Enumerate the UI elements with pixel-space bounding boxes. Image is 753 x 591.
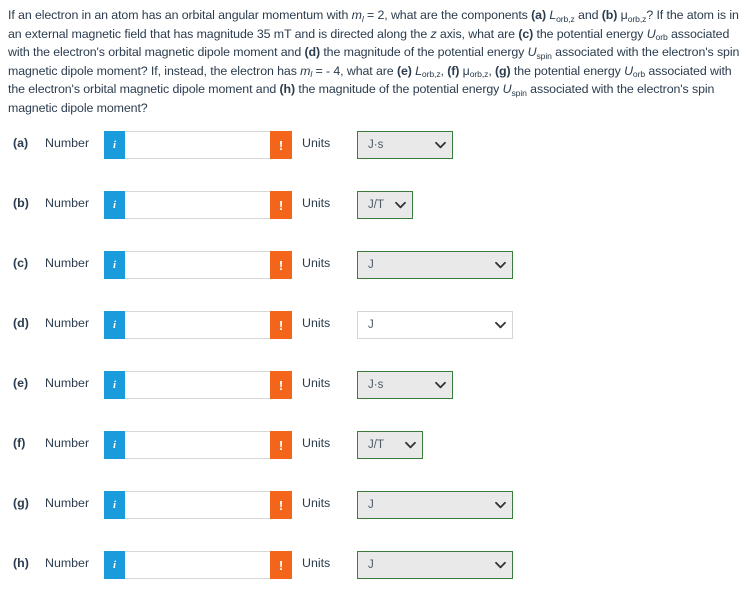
row-tag-d: (d) [13,316,29,330]
info-icon-d[interactable]: i [104,311,125,339]
units-select-wrap-b: J·sJ/TJNTkgm [357,191,413,219]
row-tag-e: (e) [13,376,29,390]
units-label-g: Units [302,496,331,510]
number-label-c: Number [45,256,90,270]
number-label-e: Number [45,376,90,390]
row-tag-h: (h) [13,556,29,570]
alert-icon-c[interactable]: ! [270,251,292,279]
units-select-wrap-f: J·sJ/TJNTkgm [357,431,423,459]
info-icon-f[interactable]: i [104,431,125,459]
units-select-wrap-d: J·sJ/TJNTkgm [357,311,513,339]
number-input-group-e: i! [104,371,292,399]
alert-icon-d[interactable]: ! [270,311,292,339]
number-input-group-h: i! [104,551,292,579]
number-input-e[interactable] [125,371,270,399]
row-tag-g: (g) [13,496,29,510]
units-select-wrap-g: J·sJ/TJNTkgm [357,491,513,519]
number-label-a: Number [45,136,90,150]
units-select-h[interactable]: J·sJ/TJNTkgm [357,551,513,579]
info-icon-b[interactable]: i [104,191,125,219]
units-select-b[interactable]: J·sJ/TJNTkgm [357,191,413,219]
number-input-group-a: i! [104,131,292,159]
number-input-group-d: i! [104,311,292,339]
info-icon-c[interactable]: i [104,251,125,279]
alert-icon-a[interactable]: ! [270,131,292,159]
alert-icon-e[interactable]: ! [270,371,292,399]
info-icon-e[interactable]: i [104,371,125,399]
answer-row-f: (f)Numberi!UnitsJ·sJ/TJNTkgm [0,431,753,459]
number-input-c[interactable] [125,251,270,279]
row-tag-c: (c) [13,256,29,270]
alert-icon-h[interactable]: ! [270,551,292,579]
units-select-e[interactable]: J·sJ/TJNTkgm [357,371,453,399]
answer-row-g: (g)Numberi!UnitsJ·sJ/TJNTkgm [0,491,753,519]
answer-row-e: (e)Numberi!UnitsJ·sJ/TJNTkgm [0,371,753,399]
alert-icon-f[interactable]: ! [270,431,292,459]
answer-row-c: (c)Numberi!UnitsJ·sJ/TJNTkgm [0,251,753,279]
alert-icon-b[interactable]: ! [270,191,292,219]
number-input-d[interactable] [125,311,270,339]
answer-row-a: (a)Numberi!UnitsJ·sJ/TJNTkgm [0,131,753,159]
answer-row-h: (h)Numberi!UnitsJ·sJ/TJNTkgm [0,551,753,579]
units-label-f: Units [302,436,331,450]
number-input-group-b: i! [104,191,292,219]
units-label-b: Units [302,196,331,210]
row-tag-f: (f) [13,436,26,450]
number-input-group-f: i! [104,431,292,459]
answer-row-d: (d)Numberi!UnitsJ·sJ/TJNTkgm [0,311,753,339]
units-select-a[interactable]: J·sJ/TJNTkgm [357,131,453,159]
units-select-wrap-h: J·sJ/TJNTkgm [357,551,513,579]
units-select-g[interactable]: J·sJ/TJNTkgm [357,491,513,519]
number-label-b: Number [45,196,90,210]
number-label-d: Number [45,316,90,330]
units-select-wrap-c: J·sJ/TJNTkgm [357,251,513,279]
number-input-group-c: i! [104,251,292,279]
number-input-g[interactable] [125,491,270,519]
problem-statement: If an electron in an atom has an orbital… [8,8,740,115]
info-icon-a[interactable]: i [104,131,125,159]
units-select-wrap-e: J·sJ/TJNTkgm [357,371,453,399]
number-label-h: Number [45,556,90,570]
number-label-g: Number [45,496,90,510]
number-input-group-g: i! [104,491,292,519]
row-tag-a: (a) [13,136,29,150]
info-icon-h[interactable]: i [104,551,125,579]
number-label-f: Number [45,436,90,450]
units-select-wrap-a: J·sJ/TJNTkgm [357,131,453,159]
units-label-c: Units [302,256,331,270]
number-input-b[interactable] [125,191,270,219]
info-icon-g[interactable]: i [104,491,125,519]
units-label-d: Units [302,316,331,330]
units-select-f[interactable]: J·sJ/TJNTkgm [357,431,423,459]
alert-icon-g[interactable]: ! [270,491,292,519]
units-label-a: Units [302,136,331,150]
answer-row-b: (b)Numberi!UnitsJ·sJ/TJNTkgm [0,191,753,219]
units-label-h: Units [302,556,331,570]
units-label-e: Units [302,376,331,390]
number-input-f[interactable] [125,431,270,459]
row-tag-b: (b) [13,196,29,210]
units-select-c[interactable]: J·sJ/TJNTkgm [357,251,513,279]
number-input-h[interactable] [125,551,270,579]
units-select-d[interactable]: J·sJ/TJNTkgm [357,311,513,339]
number-input-a[interactable] [125,131,270,159]
